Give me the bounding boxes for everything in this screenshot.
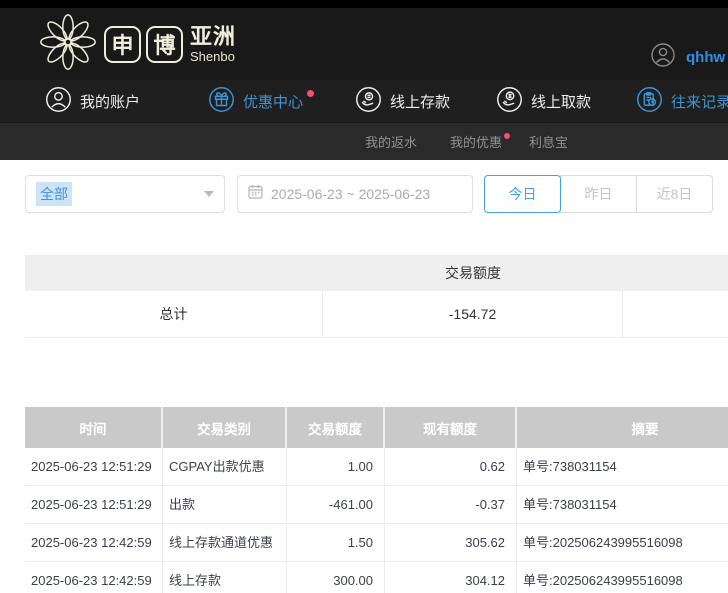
yesterday-button[interactable]: 昨日 (560, 175, 637, 213)
top-black-strip (0, 0, 728, 8)
cell-balance: 304.12 (385, 562, 517, 593)
col-header-summary: 摘要 (517, 407, 728, 448)
chevron-down-icon (204, 191, 214, 197)
cell-time: 2025-06-23 12:51:29 (25, 448, 163, 485)
user-avatar-icon (650, 42, 676, 73)
nav-item-promo-center[interactable]: 优惠中心 (208, 80, 310, 123)
table-row: 2025-06-23 12:42:59 线上存款 300.00 304.12 单… (25, 562, 728, 593)
cell-amount: 1.50 (287, 524, 385, 561)
col-header-balance: 现有额度 (385, 407, 517, 448)
summary-total-label: 总计 (25, 291, 323, 337)
table-row: 2025-06-23 12:51:29 CGPAY出款优惠 1.00 0.62 … (25, 448, 728, 486)
logo-char-box: 博 (146, 26, 183, 63)
logo-region-text: 亚洲 Shenbo (190, 26, 236, 63)
withdraw-hand-icon (496, 86, 523, 117)
cell-summary: 单号:738031154 (517, 448, 728, 485)
category-selected-value: 全部 (36, 182, 72, 206)
date-range-input[interactable]: 2025-06-23 ~ 2025-06-23 (237, 175, 473, 213)
cell-amount: 300.00 (287, 562, 385, 593)
quick-date-buttons: 今日 昨日 近8日 (484, 175, 713, 213)
summary-total-value: -154.72 (323, 291, 623, 337)
sub-navigation: 我的返水 我的优惠 利息宝 (0, 123, 728, 160)
nav-item-online-deposit[interactable]: 线上存款 (355, 80, 450, 123)
username-text: qhhw (686, 49, 725, 66)
today-button[interactable]: 今日 (484, 175, 561, 213)
summary-total-row: 总计 -154.72 (25, 291, 728, 338)
summary-header-label: 交易额度 (323, 255, 623, 291)
cell-time: 2025-06-23 12:42:59 (25, 524, 163, 561)
flower-logo-icon (38, 12, 98, 77)
cell-time: 2025-06-23 12:51:29 (25, 486, 163, 523)
summary-header-row: 交易额度 (25, 255, 728, 291)
cell-amount: 1.00 (287, 448, 385, 485)
table-row: 2025-06-23 12:51:29 出款 -461.00 -0.37 单号:… (25, 486, 728, 524)
logo-char-box: 申 (104, 26, 141, 63)
cell-type: 线上存款通道优惠 (163, 524, 287, 561)
cell-time: 2025-06-23 12:42:59 (25, 562, 163, 593)
last-8-days-button[interactable]: 近8日 (636, 175, 713, 213)
cell-amount: -461.00 (287, 486, 385, 523)
transactions-header-row: 时间 交易类别 交易额度 现有额度 摘要 (25, 407, 728, 448)
nav-item-my-account[interactable]: 我的账户 (45, 80, 140, 123)
cell-summary: 单号:202506243995516098 (517, 524, 728, 561)
transactions-table: 时间 交易类别 交易额度 现有额度 摘要 2025-06-23 12:51:29… (25, 407, 728, 593)
records-clipboard-icon (636, 86, 663, 117)
cell-type: CGPAY出款优惠 (163, 448, 287, 485)
cell-type: 线上存款 (163, 562, 287, 593)
user-circle-icon (45, 86, 72, 117)
nav-item-transaction-records[interactable]: 往来记录 (636, 80, 728, 123)
site-header: 申 博 亚洲 Shenbo qhhw (0, 8, 728, 80)
cell-balance: 305.62 (385, 524, 517, 561)
user-account-link[interactable]: qhhw (650, 42, 725, 73)
col-header-type: 交易类别 (163, 407, 287, 448)
date-range-value: 2025-06-23 ~ 2025-06-23 (271, 186, 430, 202)
category-select[interactable]: 全部 (25, 175, 225, 213)
summary-table: 交易额度 总计 -154.72 (25, 255, 728, 338)
cell-type: 出款 (163, 486, 287, 523)
cell-balance: -0.37 (385, 486, 517, 523)
subnav-item-my-rebate[interactable]: 我的返水 (365, 123, 417, 160)
subnav-item-my-promo[interactable]: 我的优惠 (450, 123, 508, 160)
cell-summary: 单号:202506243995516098 (517, 562, 728, 593)
col-header-time: 时间 (25, 407, 163, 448)
notification-dot (307, 90, 314, 97)
gift-icon (208, 86, 235, 117)
brand-logo[interactable]: 申 博 亚洲 Shenbo (38, 12, 236, 77)
calendar-icon (248, 184, 263, 204)
cell-summary: 单号:738031154 (517, 486, 728, 523)
cell-balance: 0.62 (385, 448, 517, 485)
col-header-amount: 交易额度 (287, 407, 385, 448)
table-row: 2025-06-23 12:42:59 线上存款通道优惠 1.50 305.62… (25, 524, 728, 562)
notification-dot (504, 133, 510, 139)
main-navigation: 我的账户 优惠中心 线上存款 (0, 80, 728, 123)
deposit-hand-icon (355, 86, 382, 117)
filter-bar: 全部 2025-06-23 ~ 2025-06-23 今日 昨日 近8日 (25, 175, 728, 213)
nav-item-online-withdraw[interactable]: 线上取款 (496, 80, 591, 123)
subnav-item-interest-treasure[interactable]: 利息宝 (529, 123, 568, 160)
